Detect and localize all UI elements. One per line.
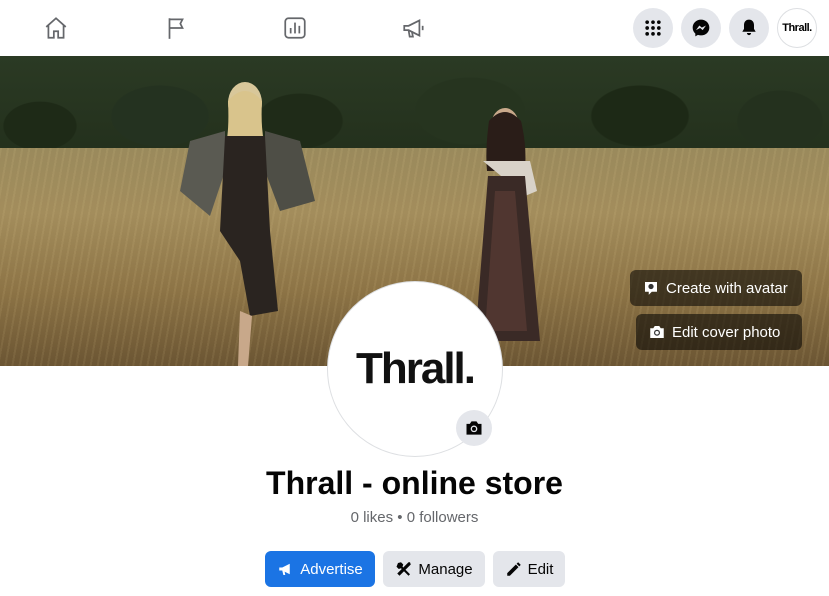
camera-icon <box>650 326 664 338</box>
avatar-icon <box>645 282 657 295</box>
home-icon <box>45 17 67 39</box>
advertise-button[interactable]: Advertise <box>265 551 375 587</box>
create-with-avatar-button[interactable]: Create with avatar <box>630 270 802 306</box>
advertise-label: Advertise <box>300 560 363 578</box>
create-with-avatar-label: Create with avatar <box>666 279 788 297</box>
insights-icon <box>284 17 306 39</box>
insights-tab[interactable] <box>275 8 315 48</box>
menu-button[interactable] <box>633 8 673 48</box>
page-stats: 0 likes • 0 followers <box>350 509 479 526</box>
ads-tab[interactable] <box>394 8 434 48</box>
pages-tab[interactable] <box>156 8 196 48</box>
pencil-icon <box>506 562 521 576</box>
flag-icon <box>168 18 184 39</box>
page-title: Thrall - online store <box>266 465 563 501</box>
tools-icon <box>396 562 412 576</box>
top-navigation-bar: Thrall. <box>0 0 829 56</box>
notifications-button[interactable] <box>729 8 769 48</box>
edit-button[interactable]: Edit <box>493 551 565 587</box>
account-avatar-button[interactable]: Thrall. <box>777 8 817 48</box>
camera-icon <box>466 421 482 435</box>
home-tab[interactable] <box>36 8 76 48</box>
cover-trees <box>0 56 829 156</box>
grid-menu-icon <box>645 20 661 36</box>
thrall-logo: Thrall. <box>355 344 476 393</box>
edit-cover-photo-label: Edit cover photo <box>672 323 781 341</box>
megaphone-icon <box>403 19 424 38</box>
cover-figure-left <box>180 82 315 366</box>
edit-label: Edit <box>527 560 554 578</box>
update-profile-picture-button[interactable] <box>456 410 492 446</box>
account-avatar-label: Thrall. <box>782 22 812 34</box>
edit-cover-photo-button[interactable]: Edit cover photo <box>636 314 802 350</box>
manage-label: Manage <box>418 560 473 578</box>
megaphone-icon <box>279 563 290 575</box>
messenger-icon <box>692 19 710 37</box>
bell-icon <box>742 19 756 36</box>
messenger-button[interactable] <box>681 8 721 48</box>
manage-button[interactable]: Manage <box>383 551 485 587</box>
